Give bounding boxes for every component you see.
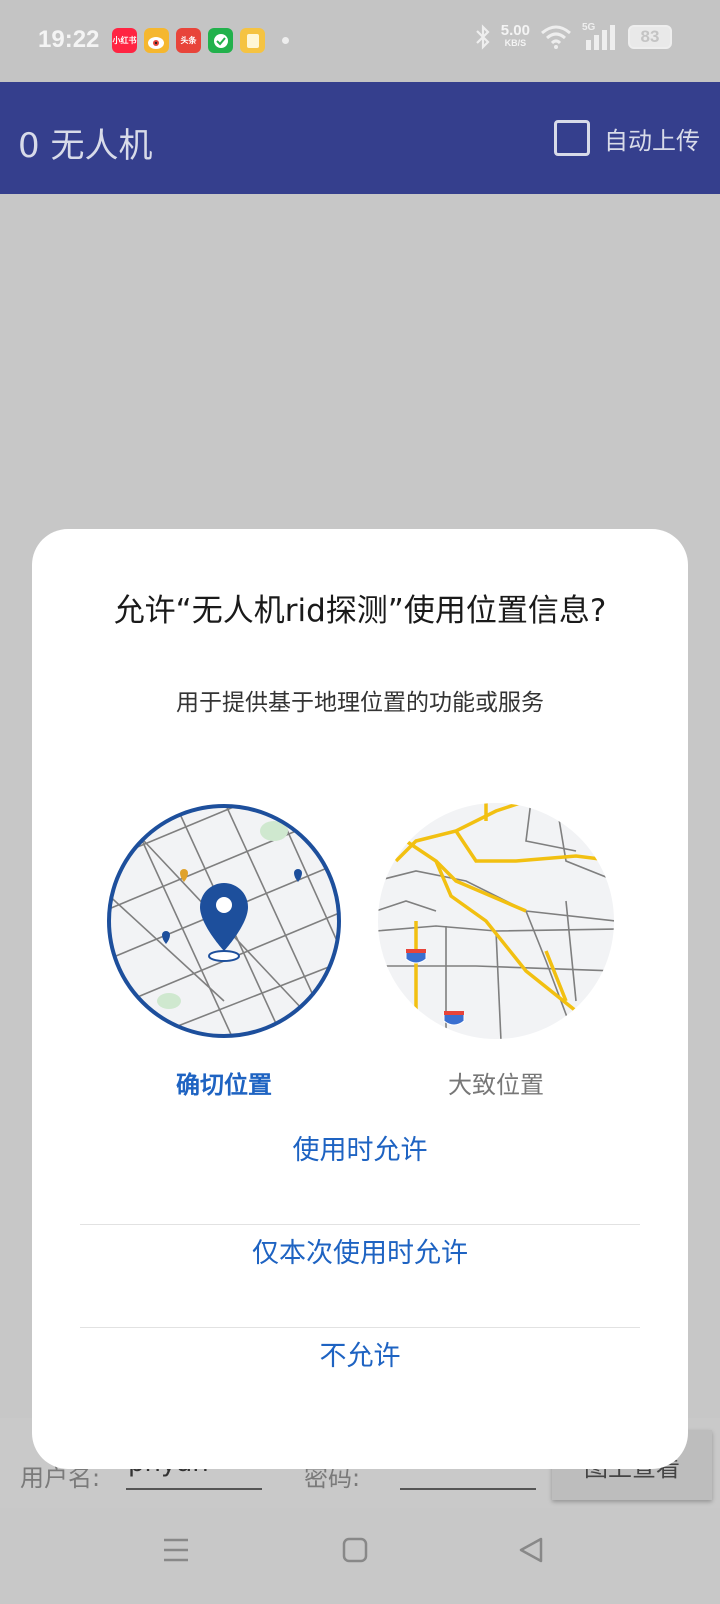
back-icon[interactable] — [517, 1536, 545, 1564]
auto-upload-toggle[interactable]: 自动上传 — [554, 120, 700, 156]
network-speed: 5.00 KB/S — [500, 22, 530, 48]
allow-only-this-time-button[interactable]: 仅本次使用时允许 — [32, 1200, 688, 1300]
status-time: 19:22 — [38, 26, 100, 53]
approximate-location-label: 大致位置 — [448, 1071, 544, 1099]
deny-button[interactable]: 不允许 — [32, 1303, 688, 1403]
approximate-location-option[interactable]: 大致位置 — [376, 801, 616, 1100]
app-bar: 0 无人机 自动上传 — [0, 82, 720, 194]
precise-location-label: 确切位置 — [176, 1071, 272, 1099]
more-notifications-dot — [282, 37, 289, 44]
dialog-title: 允许“无人机rid探测”使用位置信息? — [113, 593, 607, 629]
cellular-signal-icon: 5G — [582, 22, 618, 50]
weibo-icon — [144, 28, 169, 53]
location-permission-dialog: 允许“无人机rid探测”使用位置信息? 用于提供基于地理位置的功能或服务 确切位… — [32, 529, 688, 1469]
wechat-like-icon — [208, 28, 233, 53]
page-title: 0 无人机 — [18, 126, 153, 166]
precise-map-icon — [107, 804, 341, 1038]
navigation-bar — [0, 1508, 720, 1604]
auto-upload-checkbox[interactable] — [554, 120, 590, 156]
wifi-icon — [541, 25, 571, 49]
xiaohongshu-icon: 小红书 — [112, 28, 137, 53]
notification-icons: 小红书 头条 — [112, 28, 289, 53]
dialog-subtitle: 用于提供基于地理位置的功能或服务 — [176, 690, 544, 716]
toutiao-icon: 头条 — [176, 28, 201, 53]
allow-while-using-button[interactable]: 使用时允许 — [32, 1097, 688, 1197]
bluetooth-icon — [476, 24, 490, 50]
approximate-map-icon — [378, 803, 614, 1039]
menu-icon[interactable] — [162, 1536, 190, 1564]
battery-indicator: 83 — [628, 25, 672, 49]
home-icon[interactable] — [341, 1536, 369, 1564]
auto-upload-label: 自动上传 — [604, 126, 700, 155]
status-bar: 19:22 小红书 头条 5.00 KB/S 5G 83 — [0, 0, 720, 82]
precise-location-option[interactable]: 确切位置 — [104, 801, 344, 1100]
status-indicators: 5.00 KB/S 5G 83 — [475, 22, 672, 50]
notes-icon — [240, 28, 265, 53]
